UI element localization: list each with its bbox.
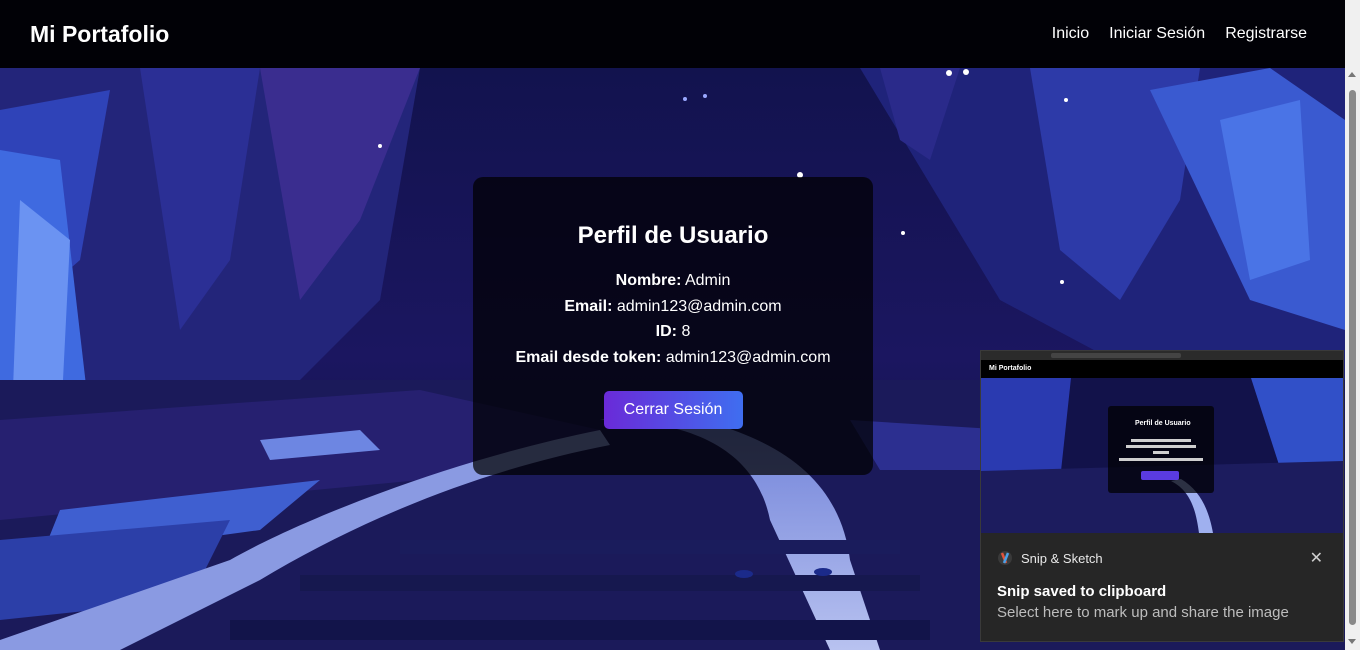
logout-button[interactable]: Cerrar Sesión xyxy=(603,391,743,429)
nav-link-iniciar-sesion[interactable]: Iniciar Sesión xyxy=(1109,25,1205,43)
top-navbar: Mi Portafolio Inicio Iniciar Sesión Regi… xyxy=(0,0,1345,68)
scroll-down-arrow-icon[interactable] xyxy=(1348,639,1356,644)
email-value: admin123@admin.com xyxy=(616,297,782,315)
thumbnail-title: Perfil de Usuario xyxy=(1135,420,1191,427)
email-label: Email: xyxy=(564,297,613,315)
snip-sketch-app-icon xyxy=(998,551,1012,565)
snip-thumbnail[interactable]: Mi Portafolio Perfil de Usuario xyxy=(981,351,1343,533)
profile-card: Perfil de Usuario Nombre: Admin Email: a… xyxy=(473,177,873,475)
vertical-scrollbar[interactable] xyxy=(1345,0,1360,650)
profile-title: Perfil de Usuario xyxy=(577,222,769,249)
token-email-label: Email desde token: xyxy=(515,348,662,366)
scroll-up-arrow-icon[interactable] xyxy=(1348,72,1356,77)
token-email-row: Email desde token: admin123@admin.com xyxy=(473,345,873,371)
notification-title: Snip saved to clipboard xyxy=(997,583,1167,600)
id-row: ID: 8 xyxy=(473,319,873,345)
notification-header: Snip & Sketch xyxy=(997,550,1103,566)
name-row: Nombre: Admin xyxy=(473,268,873,294)
scroll-thumb[interactable] xyxy=(1349,90,1356,625)
notification-app-name: Snip & Sketch xyxy=(1021,550,1103,566)
snip-notification[interactable]: Mi Portafolio Perfil de Usuario Snip & S… xyxy=(980,350,1344,642)
token-email-value: admin123@admin.com xyxy=(665,348,831,366)
nav-link-inicio[interactable]: Inicio xyxy=(1052,25,1089,43)
email-row: Email: admin123@admin.com xyxy=(473,294,873,320)
id-value: 8 xyxy=(681,323,691,340)
name-label: Nombre: xyxy=(615,272,682,289)
nav-link-registrarse[interactable]: Registrarse xyxy=(1225,25,1307,43)
close-icon[interactable]: ✕ xyxy=(1310,548,1323,568)
id-label: ID: xyxy=(655,323,677,340)
profile-info: Nombre: Admin Email: admin123@admin.com … xyxy=(473,268,873,370)
thumbnail-brand: Mi Portafolio xyxy=(989,365,1032,372)
notification-subtitle: Select here to mark up and share the ima… xyxy=(997,604,1289,621)
nav-links: Inicio Iniciar Sesión Registrarse xyxy=(1052,25,1315,43)
name-value: Admin xyxy=(684,272,731,289)
brand-logo[interactable]: Mi Portafolio xyxy=(30,21,169,48)
